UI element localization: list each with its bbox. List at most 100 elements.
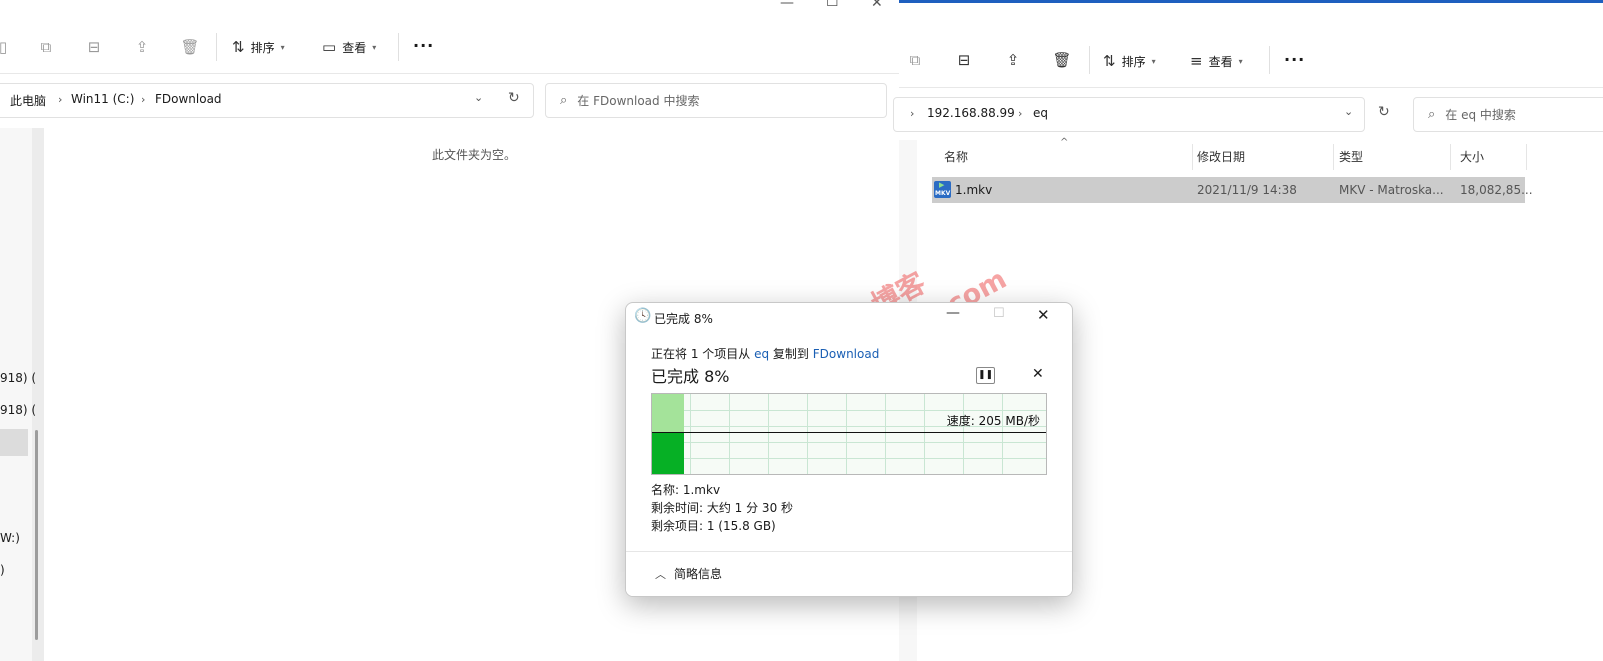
title-bar-accent	[899, 0, 1603, 3]
nav-item-drive[interactable]: 918) (	[0, 403, 36, 417]
pause-button[interactable]: ❚❚	[976, 367, 995, 384]
copy-icon[interactable]: ⧉	[904, 49, 926, 71]
toolbar-bottom-border	[0, 73, 899, 74]
status-middle: 复制到	[772, 347, 809, 361]
dialog-title: 已完成 8%	[654, 312, 713, 326]
empty-folder-message: 此文件夹为空。	[432, 148, 517, 162]
view-label: 查看	[1208, 54, 1233, 69]
chevron-down-icon: ▾	[1238, 56, 1243, 66]
source-link[interactable]: eq	[754, 347, 769, 361]
sort-button[interactable]: ⇅ 排序 ▾	[232, 38, 285, 56]
play-icon: ▶	[939, 181, 945, 189]
column-divider[interactable]	[1450, 144, 1451, 170]
rename-icon[interactable]: ⊟	[953, 49, 975, 71]
graph-gridline	[652, 442, 1046, 443]
view-button[interactable]: ▭ 查看 ▾	[322, 38, 376, 56]
column-divider[interactable]	[1526, 144, 1527, 170]
fewer-details-toggle[interactable]: ︿ 简略信息	[655, 565, 722, 582]
search-placeholder: 在 eq 中搜索	[1445, 108, 1516, 122]
share-icon[interactable]: ⇪	[131, 36, 153, 58]
minimize-button[interactable]: —	[946, 305, 960, 321]
share-icon[interactable]: ⇪	[1002, 49, 1024, 71]
view-button[interactable]: ≡ 查看 ▾	[1190, 52, 1243, 70]
history-dropdown-icon[interactable]: ⌄	[1344, 105, 1353, 118]
column-size[interactable]: 大小	[1460, 148, 1484, 165]
history-dropdown-icon[interactable]: ⌄	[474, 91, 483, 104]
view-icon: ≡	[1190, 52, 1203, 70]
file-name-line: 名称: 1.mkv	[651, 483, 721, 497]
column-divider[interactable]	[1192, 144, 1193, 170]
nav-item-drive[interactable]: W:)	[0, 531, 20, 545]
nav-item-drive[interactable]: 918) (	[0, 371, 36, 385]
items-remaining-line: 剩余项目: 1 (15.8 GB)	[651, 519, 776, 533]
speed-history-bar	[652, 432, 684, 474]
graph-gridline	[1002, 394, 1003, 474]
file-row[interactable]: MKV ▶ 1.mkv 2021/11/9 14:38 MKV - Matros…	[932, 177, 1533, 203]
graph-gridline	[924, 394, 925, 474]
sort-ascending-icon: ^	[1060, 137, 1069, 148]
paste-icon[interactable]: ⊟	[83, 36, 105, 58]
maximize-button: ☐	[993, 306, 1005, 321]
toolbar-bottom-border	[899, 87, 1603, 88]
chevron-down-icon: ▾	[1151, 56, 1156, 66]
sort-icon: ⇅	[232, 38, 245, 56]
column-type[interactable]: 类型	[1339, 148, 1363, 165]
delete-icon[interactable]: 🗑	[179, 36, 201, 58]
copy-progress-dialog: 🕓 已完成 8% — ☐ ✕ 正在将 1 个项目从 eq 复制到 FDownlo…	[625, 302, 1073, 597]
sort-button[interactable]: ⇅ 排序 ▾	[1103, 52, 1156, 70]
cancel-button[interactable]: ✕	[1032, 366, 1044, 382]
file-modified: 2021/11/9 14:38	[1197, 183, 1297, 197]
chevron-right-icon: ›	[1018, 107, 1023, 120]
breadcrumb-this-pc[interactable]: 此电脑	[10, 92, 46, 109]
current-speed-line	[652, 432, 1046, 433]
graph-gridline	[768, 394, 769, 474]
maximize-button[interactable]: ☐	[826, 0, 839, 10]
chevron-down-icon: ▾	[372, 42, 377, 52]
breadcrumb-drive[interactable]: Win11 (C:)	[71, 92, 134, 106]
copy-status-line: 正在将 1 个项目从 eq 复制到 FDownload	[651, 345, 879, 362]
nav-item-drive[interactable]: )	[0, 563, 5, 577]
column-name[interactable]: 名称	[944, 148, 968, 165]
search-box[interactable]: ⌕ 在 FDownload 中搜索	[545, 83, 887, 118]
sort-label: 排序	[1121, 54, 1146, 69]
breadcrumb-folder[interactable]: FDownload	[155, 92, 222, 106]
progress-heading: 已完成 8%	[651, 367, 730, 386]
close-button[interactable]: ✕	[1037, 306, 1050, 324]
file-size: 18,082,85...	[1460, 183, 1533, 197]
nav-scrollbar-thumb[interactable]	[35, 430, 38, 640]
breadcrumb-server[interactable]: 192.168.88.99	[927, 106, 1015, 120]
chevron-right-icon: ›	[910, 107, 915, 120]
transfer-speed-graph: 速度: 205 MB/秒	[651, 393, 1047, 475]
toolbar-divider	[1089, 46, 1090, 74]
view-label: 查看	[342, 40, 367, 55]
graph-gridline	[652, 458, 1046, 459]
new-item-icon[interactable]: ▯	[0, 36, 14, 58]
chevron-down-icon: ▾	[280, 42, 285, 52]
graph-gridline	[807, 394, 808, 474]
more-options-button[interactable]: ···	[1284, 50, 1305, 69]
refresh-icon[interactable]: ↻	[1378, 104, 1390, 120]
nav-scrollbar-track[interactable]	[32, 128, 44, 661]
breadcrumb-folder[interactable]: eq	[1033, 106, 1048, 120]
toolbar-divider	[216, 33, 217, 61]
fewer-details-label: 简略信息	[674, 567, 723, 581]
speed-label: 速度: 205 MB/秒	[946, 414, 1040, 428]
minimize-button[interactable]: —	[780, 0, 794, 11]
more-options-button[interactable]: ···	[413, 36, 434, 55]
column-divider[interactable]	[1333, 144, 1334, 170]
delete-icon[interactable]: 🗑	[1051, 49, 1073, 71]
copy-icon[interactable]: ⧉	[35, 36, 57, 58]
time-remaining-line: 剩余时间: 大约 1 分 30 秒	[651, 501, 794, 515]
view-icon: ▭	[322, 38, 337, 56]
status-prefix: 正在将 1 个项目从	[651, 347, 751, 361]
nav-selected-item[interactable]	[0, 429, 28, 456]
chevron-up-icon: ︿	[655, 567, 666, 581]
close-button[interactable]: ✕	[871, 0, 883, 11]
graph-gridline	[652, 410, 1046, 411]
search-box[interactable]: ⌕ 在 eq 中搜索	[1413, 97, 1603, 132]
refresh-icon[interactable]: ↻	[508, 90, 520, 106]
file-type: MKV - Matroska...	[1339, 183, 1444, 197]
destination-link[interactable]: FDownload	[813, 347, 880, 361]
search-icon: ⌕	[1428, 107, 1436, 122]
column-modified[interactable]: 修改日期	[1197, 148, 1245, 165]
